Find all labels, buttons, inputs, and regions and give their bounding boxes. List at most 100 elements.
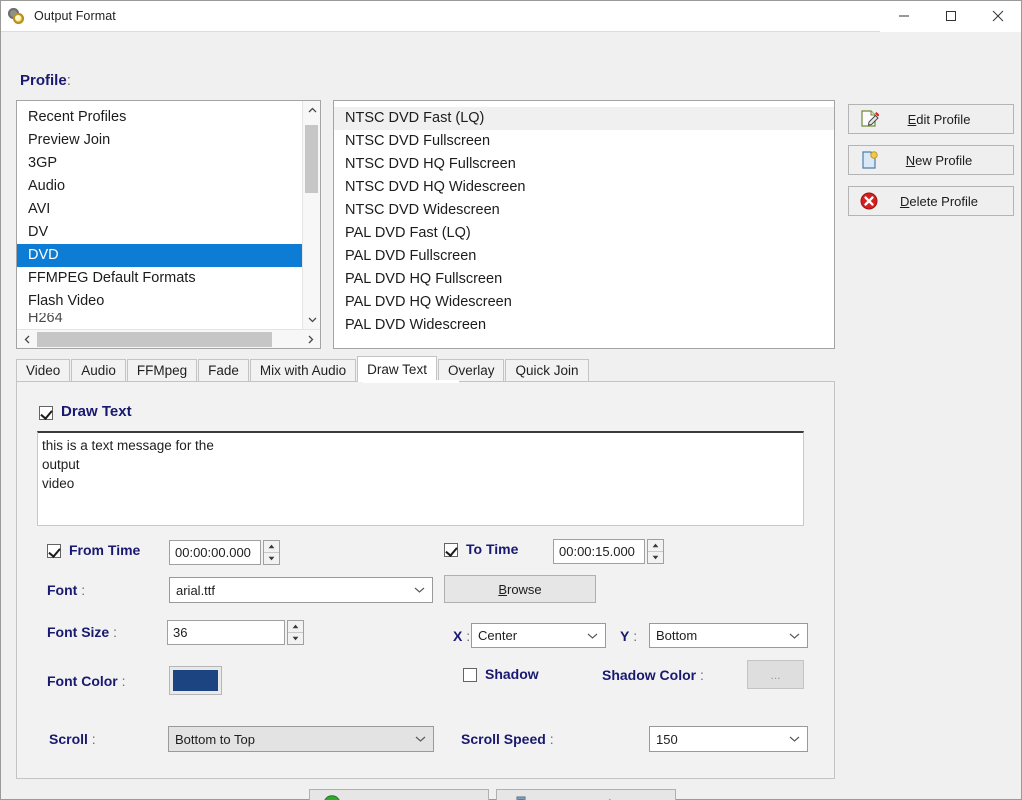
list-item[interactable]: DV (17, 221, 302, 244)
tab-fade[interactable]: Fade (198, 359, 249, 382)
tab-ffmpeg[interactable]: FFMpeg (126, 359, 198, 382)
position-y-label-text: Y (620, 628, 630, 644)
tab-mix-with-audio[interactable]: Mix with Audio (249, 359, 357, 382)
list-item[interactable]: AVI (17, 198, 302, 221)
scroll-combobox[interactable]: Bottom to Top (168, 726, 434, 752)
from-time-checkbox[interactable] (47, 544, 61, 558)
scroll-label-text: Scroll (49, 731, 88, 747)
font-size-stepper[interactable] (287, 620, 304, 645)
scrollbar-thumb[interactable] (305, 125, 318, 193)
edit-profile-button[interactable]: Edit Profile (848, 104, 1014, 134)
minimize-icon[interactable] (880, 0, 927, 32)
maximize-icon[interactable] (927, 0, 974, 32)
list-item[interactable]: PAL DVD Fast (LQ) (334, 222, 834, 245)
profile-category-items: Recent Profiles Preview Join 3GP Audio A… (17, 101, 302, 329)
delete-profile-icon (859, 191, 879, 211)
category-list-vertical-scrollbar[interactable] (302, 101, 320, 329)
shadow-checkbox[interactable] (463, 668, 477, 682)
font-color-label-text: Font Color (47, 673, 118, 689)
list-item[interactable]: NTSC DVD HQ Fullscreen (334, 153, 834, 176)
chevron-down-icon[interactable] (587, 632, 598, 639)
stepper-up-icon[interactable] (288, 621, 303, 633)
profile-preset-items: NTSC DVD Fast (LQ) NTSC DVD Fullscreen N… (334, 101, 834, 348)
stepper-down-icon[interactable] (648, 552, 663, 563)
scroll-up-icon[interactable] (303, 101, 320, 120)
list-item[interactable]: NTSC DVD Fullscreen (334, 130, 834, 153)
profile-section-label: Profile: (20, 72, 71, 89)
font-size-input[interactable]: 36 (167, 620, 285, 645)
chevron-down-icon[interactable] (415, 736, 426, 743)
position-x-combobox[interactable]: Center (471, 623, 606, 648)
tab-draw-text[interactable]: Draw Text (357, 356, 437, 382)
edit-profile-icon (859, 109, 880, 129)
position-x-label: X : (453, 628, 471, 644)
stepper-up-icon[interactable] (648, 540, 663, 552)
scrollbar-track[interactable] (37, 330, 300, 349)
scroll-speed-combobox[interactable]: 150 (649, 726, 808, 752)
scroll-down-icon[interactable] (303, 310, 320, 329)
to-time-checkbox[interactable] (444, 543, 458, 557)
position-y-label: Y : (620, 628, 638, 644)
list-item[interactable]: Audio (17, 175, 302, 198)
tab-video[interactable]: Video (16, 359, 71, 382)
dialog-body: Profile: Recent Profiles Preview Join 3G… (1, 32, 1021, 800)
font-combobox[interactable]: arial.ttf (169, 577, 433, 603)
list-item[interactable]: NTSC DVD HQ Widescreen (334, 176, 834, 199)
tab-quick-join[interactable]: Quick Join (505, 359, 589, 382)
list-item[interactable]: FFMPEG Default Formats (17, 267, 302, 290)
draw-text-checkbox[interactable] (39, 406, 53, 420)
active-tab-seam (363, 380, 459, 383)
font-label-text: Font (47, 582, 78, 598)
list-item[interactable]: Recent Profiles (17, 106, 302, 129)
list-item[interactable]: PAL DVD HQ Fullscreen (334, 268, 834, 291)
font-color-swatch (173, 670, 218, 691)
edit-profile-label: Edit Profile (907, 111, 971, 127)
browse-button[interactable]: Browse (444, 575, 596, 603)
delete-profile-button[interactable]: Delete Profile (848, 186, 1014, 216)
new-profile-button[interactable]: New Profile (848, 145, 1014, 175)
font-size-label-text: Font Size (47, 624, 110, 640)
from-time-input[interactable]: 00:00:00.000 (169, 540, 261, 565)
list-item[interactable]: NTSC DVD Widescreen (334, 199, 834, 222)
browse-button-label: Browse (498, 581, 542, 597)
list-item[interactable]: PAL DVD HQ Widescreen (334, 291, 834, 314)
scroll-right-icon[interactable] (300, 330, 320, 349)
font-size-label: Font Size : (47, 624, 118, 640)
list-item[interactable]: 3GP (17, 152, 302, 175)
category-list-horizontal-scrollbar[interactable] (17, 329, 320, 348)
position-y-combobox[interactable]: Bottom (649, 623, 808, 648)
ok-button[interactable]: OK (309, 789, 489, 800)
chevron-down-icon[interactable] (414, 587, 425, 594)
font-combobox-value: arial.ttf (176, 582, 216, 598)
list-item[interactable]: PAL DVD Fullscreen (334, 245, 834, 268)
list-item-selected[interactable]: DVD (17, 244, 302, 267)
list-item[interactable]: Flash Video (17, 290, 302, 313)
shadow-color-label: Shadow Color : (602, 667, 704, 683)
title-bar: Output Format (1, 0, 1021, 32)
to-time-label: To Time (466, 541, 519, 557)
list-item-selected[interactable]: NTSC DVD Fast (LQ) (334, 107, 834, 130)
stepper-up-icon[interactable] (264, 541, 279, 553)
shadow-color-button[interactable]: ... (747, 660, 804, 689)
draw-text-textarea[interactable]: this is a text message for the output vi… (37, 431, 804, 526)
profile-category-list[interactable]: Recent Profiles Preview Join 3GP Audio A… (16, 100, 321, 349)
chevron-down-icon[interactable] (789, 632, 800, 639)
scrollbar-thumb[interactable] (37, 331, 272, 347)
scroll-left-icon[interactable] (17, 330, 37, 349)
list-item-clipped[interactable]: H264 (17, 313, 302, 325)
stepper-down-icon[interactable] (288, 633, 303, 644)
profile-preset-list[interactable]: NTSC DVD Fast (LQ) NTSC DVD Fullscreen N… (333, 100, 835, 349)
font-color-swatch-button[interactable] (169, 666, 222, 695)
tab-overlay[interactable]: Overlay (437, 359, 505, 382)
cancel-button[interactable]: Cancel (496, 789, 676, 800)
chevron-down-icon[interactable] (789, 736, 800, 743)
gears-icon (8, 7, 26, 25)
list-item[interactable]: PAL DVD Widescreen (334, 314, 834, 337)
tab-audio[interactable]: Audio (71, 359, 126, 382)
close-icon[interactable] (974, 0, 1021, 32)
from-time-stepper[interactable] (263, 540, 280, 565)
stepper-down-icon[interactable] (264, 553, 279, 564)
list-item[interactable]: Preview Join (17, 129, 302, 152)
to-time-input[interactable]: 00:00:15.000 (553, 539, 645, 564)
to-time-stepper[interactable] (647, 539, 664, 564)
